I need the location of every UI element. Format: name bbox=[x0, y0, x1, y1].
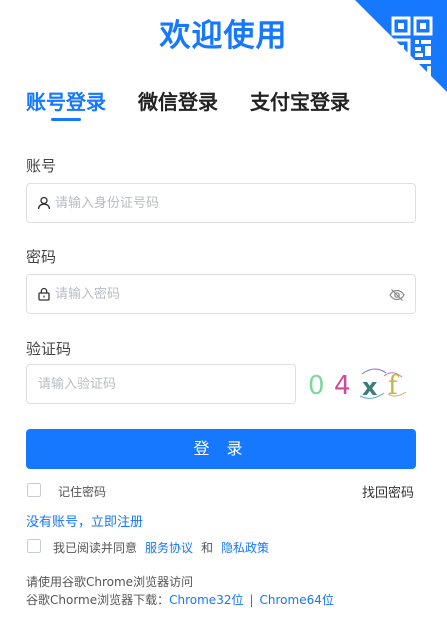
agreement-checkbox[interactable] bbox=[27, 539, 41, 553]
account-label: 账号 bbox=[26, 157, 57, 175]
password-field[interactable] bbox=[26, 274, 416, 314]
register-link[interactable]: 没有账号，立即注册 bbox=[26, 511, 143, 530]
download-note: 谷歌Chorme浏览器下载：Chrome32位 | Chrome64位 bbox=[26, 591, 334, 608]
password-input[interactable] bbox=[55, 275, 385, 313]
agreement-and: 和 bbox=[201, 541, 214, 555]
forgot-password-link[interactable]: 找回密码 bbox=[362, 482, 414, 501]
captcha-char-4: f bbox=[388, 371, 400, 401]
active-tab-indicator bbox=[51, 118, 81, 121]
agreement-prefix: 我已阅读并同意 bbox=[53, 541, 138, 555]
page-title: 欢迎使用 bbox=[159, 18, 288, 54]
chrome64-link[interactable]: Chrome64位 bbox=[260, 593, 334, 607]
captcha-char-3: x bbox=[362, 373, 378, 401]
account-field[interactable] bbox=[26, 183, 416, 223]
service-agreement-link[interactable]: 服务协议 bbox=[145, 539, 193, 556]
remember-label: 记住密码 bbox=[58, 485, 107, 499]
captcha-image[interactable]: 0 4 x f bbox=[304, 362, 416, 406]
privacy-policy-link[interactable]: 隐私政策 bbox=[221, 539, 269, 556]
captcha-char-1: 0 bbox=[308, 371, 325, 401]
browser-note: 请使用谷歌Chrome浏览器访问 bbox=[26, 575, 194, 589]
login-button[interactable]: 登 录 bbox=[26, 429, 416, 469]
captcha-label: 验证码 bbox=[26, 340, 72, 358]
tab-account-login[interactable]: 账号登录 bbox=[26, 86, 106, 115]
tab-alipay-login[interactable]: 支付宝登录 bbox=[250, 86, 350, 115]
remember-checkbox[interactable] bbox=[27, 483, 41, 497]
user-icon bbox=[37, 196, 51, 210]
password-label: 密码 bbox=[26, 248, 57, 266]
captcha-field[interactable] bbox=[26, 364, 296, 404]
captcha-input[interactable] bbox=[38, 365, 288, 403]
account-input[interactable] bbox=[55, 184, 385, 222]
tab-wechat-login[interactable]: 微信登录 bbox=[138, 86, 218, 115]
eye-off-icon[interactable] bbox=[389, 287, 405, 303]
download-separator: | bbox=[249, 593, 254, 607]
lock-icon bbox=[38, 287, 50, 301]
download-prefix: 谷歌Chorme浏览器下载： bbox=[26, 593, 170, 607]
chrome32-link[interactable]: Chrome32位 bbox=[169, 593, 243, 607]
captcha-char-2: 4 bbox=[334, 371, 351, 401]
